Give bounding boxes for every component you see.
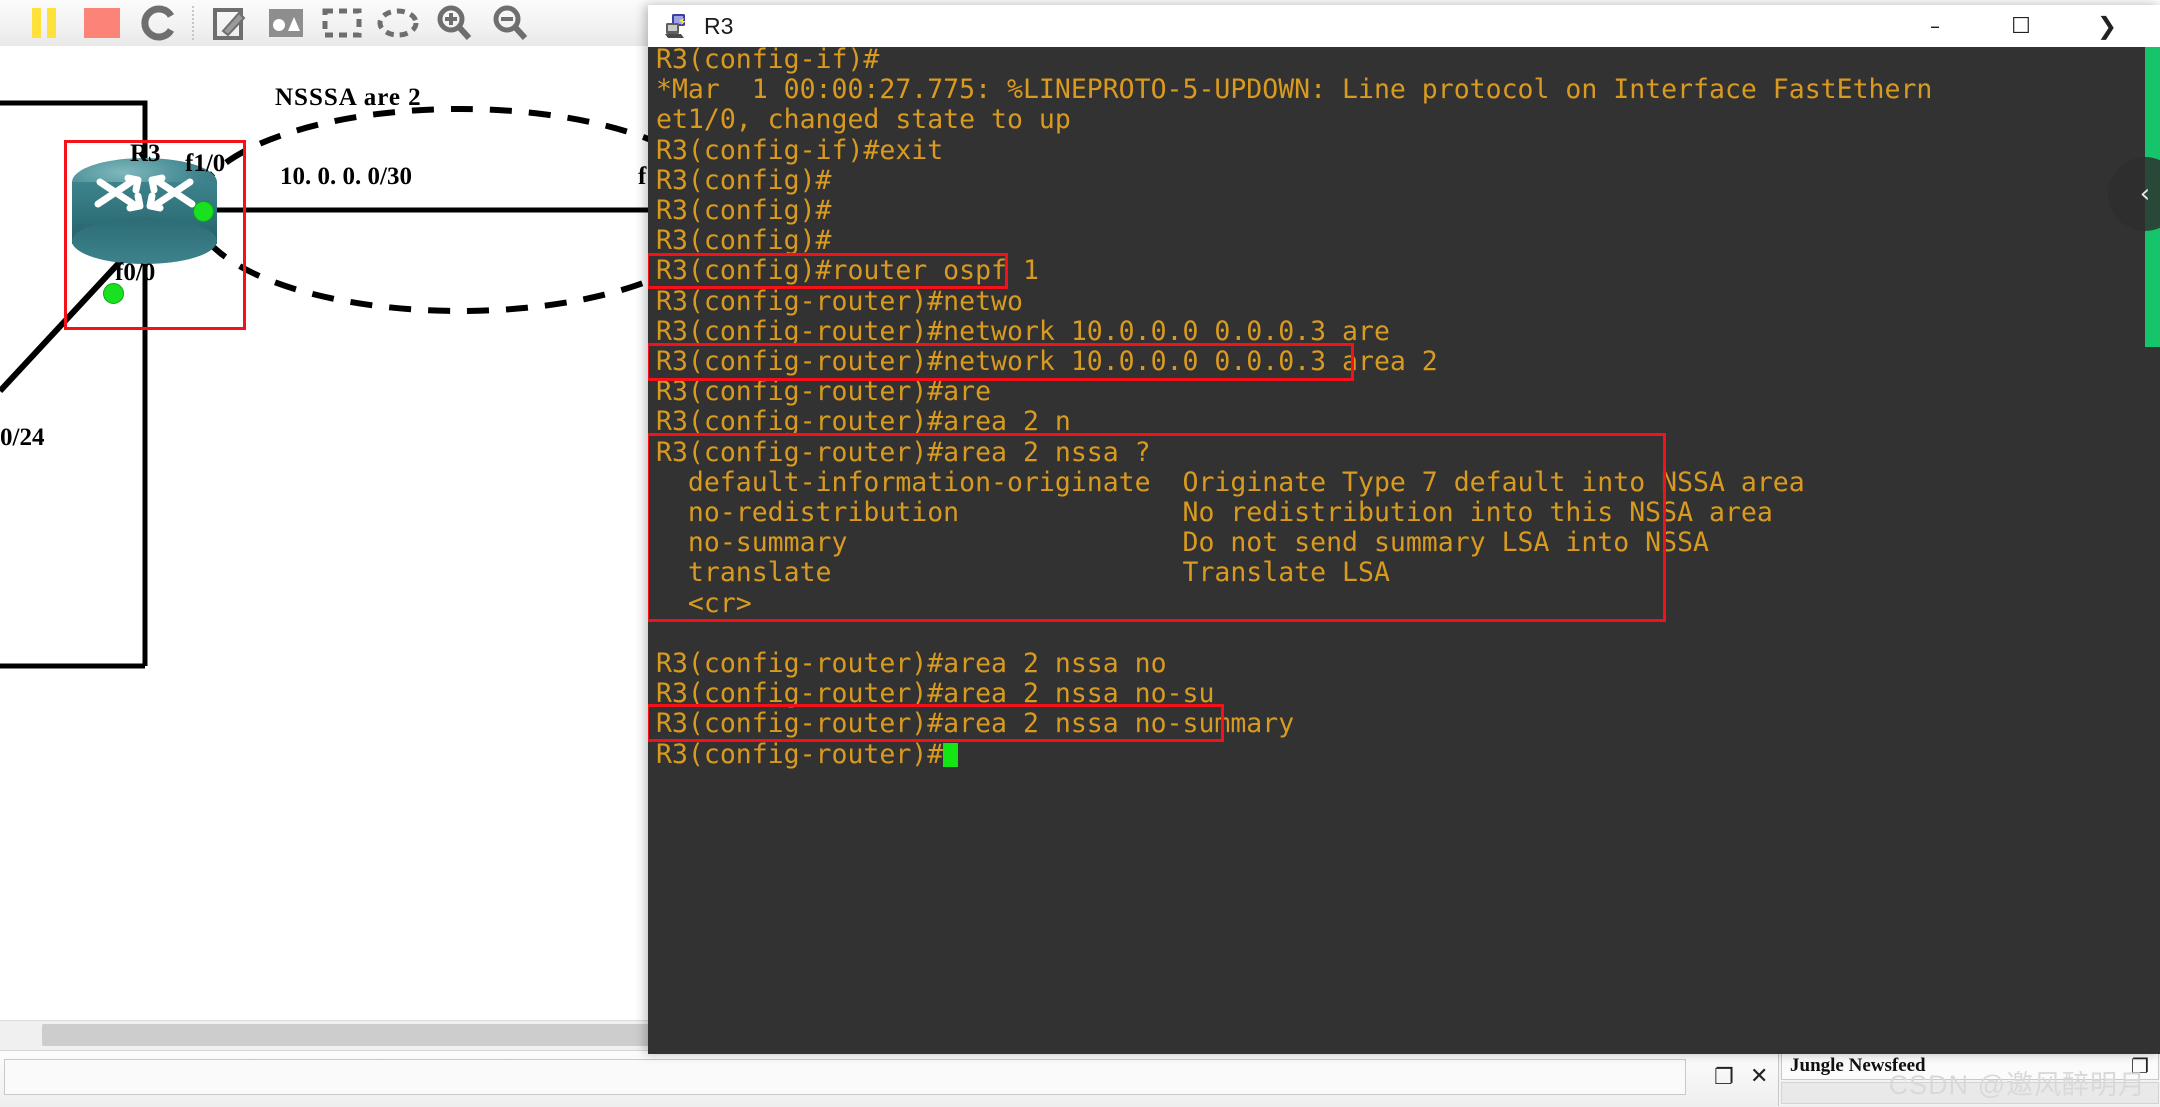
back-chevron-icon[interactable]: ‹: [2108, 157, 2160, 231]
router-label-r3: R3: [130, 140, 161, 167]
terminal-cursor: [943, 742, 959, 767]
maximize-button[interactable]: ☐: [1978, 5, 2064, 47]
right-interface-label: f: [638, 163, 647, 190]
interface-label-f0-0: f0/0: [115, 259, 156, 286]
interface-label-f1-0: f1/0: [185, 150, 226, 177]
minimize-button[interactable]: –: [1892, 5, 1978, 47]
zoom-out-icon[interactable]: [482, 1, 538, 45]
console-output-area[interactable]: R3(config-if)# *Mar 1 00:00:27.775: %LIN…: [648, 47, 2160, 1054]
add-note-icon[interactable]: [202, 1, 258, 45]
window-title-bar[interactable]: R3 – ☐ ❯: [648, 5, 2160, 47]
toolbar-separator: [192, 6, 196, 40]
close-button[interactable]: ❯: [2064, 5, 2150, 47]
left-subnet-label: 0/24: [0, 424, 45, 451]
console-terminal-icon: [664, 13, 690, 39]
window-title-text: R3: [704, 12, 734, 39]
link-subnet-label: 10. 0. 0. 0/30: [280, 163, 412, 190]
draw-rectangle-icon[interactable]: [314, 1, 370, 45]
interface-status-dot-f1-0[interactable]: [193, 201, 214, 222]
newsfeed-float-icon[interactable]: ❐: [1714, 1065, 1734, 1090]
csdn-watermark: CSDN @邀风醉明月: [1888, 1070, 2146, 1100]
insert-picture-icon[interactable]: [258, 1, 314, 45]
console-text: R3(config-if)# *Mar 1 00:00:27.775: %LIN…: [656, 47, 1933, 770]
pause-icon[interactable]: [18, 1, 74, 45]
zoom-in-icon[interactable]: [426, 1, 482, 45]
area-label-nssa: NSSSA are 2: [275, 84, 422, 111]
reload-icon[interactable]: [130, 1, 186, 45]
console-window-r3[interactable]: R3 – ☐ ❯ R3(config-if)# *Mar 1 00:00:27.…: [648, 5, 2160, 1054]
stop-icon[interactable]: [74, 1, 130, 45]
status-cell-left: [4, 1059, 1686, 1095]
draw-ellipse-icon[interactable]: [370, 1, 426, 45]
newsfeed-close-icon[interactable]: ✕: [1750, 1064, 1768, 1089]
